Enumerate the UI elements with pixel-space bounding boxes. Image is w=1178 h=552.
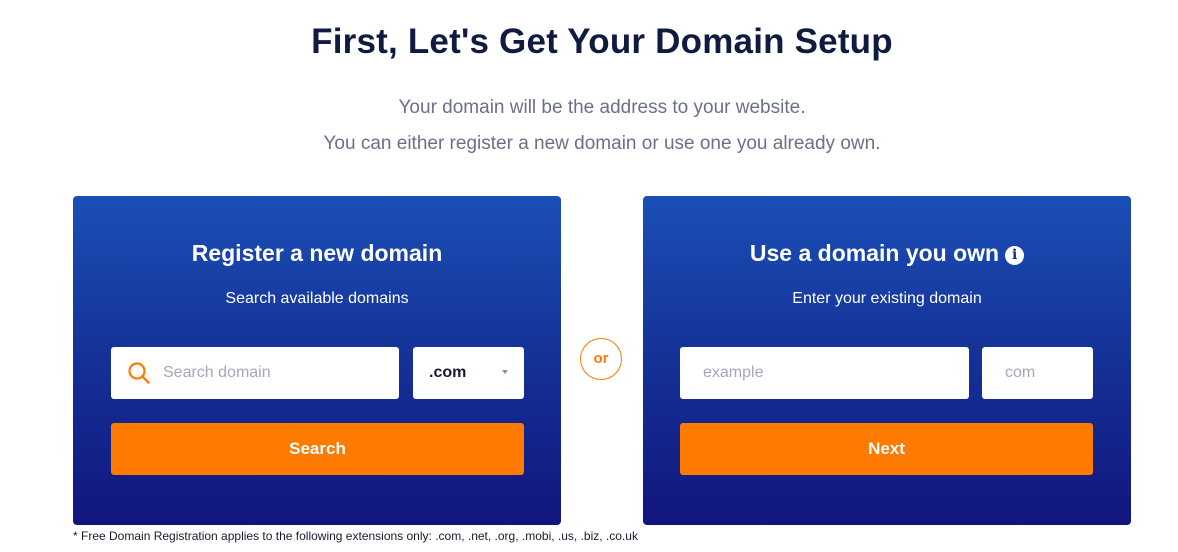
register-domain-card: Register a new domain Search available d… [73,196,561,525]
own-card-title: Use a domain you own i [643,240,1131,267]
page-subtitle-line-2: You can either register a new domain or … [323,133,881,154]
own-card-title-text: Use a domain you own [749,240,1000,266]
domain-extension-input[interactable] [982,347,1093,399]
existing-domain-input[interactable] [680,347,969,399]
domain-setup-page: First, Let's Get Your Domain Setup Your … [0,0,1178,552]
info-icon[interactable]: i [1005,246,1025,265]
existing-domain-field [680,347,969,399]
search-domain-input[interactable] [111,347,399,399]
own-card-subtitle: Enter your existing domain [792,290,982,307]
own-domain-card: Use a domain you own i Enter your existin… [643,196,1131,525]
chevron-down-icon [502,370,508,374]
search-domain-field [111,347,399,399]
register-card-title: Register a new domain [191,240,443,266]
or-divider: or [580,338,622,380]
tld-select[interactable]: .com [413,347,524,399]
search-button[interactable]: Search [111,423,524,475]
free-registration-footnote: * Free Domain Registration applies to th… [73,529,638,543]
page-subtitle-line-1: Your domain will be the address to your … [398,97,806,118]
register-card-subtitle: Search available domains [225,290,409,307]
page-title: First, Let's Get Your Domain Setup [311,22,893,61]
search-icon [128,362,150,384]
domain-extension-field [982,347,1093,399]
tld-select-value: .com [429,364,467,381]
next-button[interactable]: Next [680,423,1093,475]
